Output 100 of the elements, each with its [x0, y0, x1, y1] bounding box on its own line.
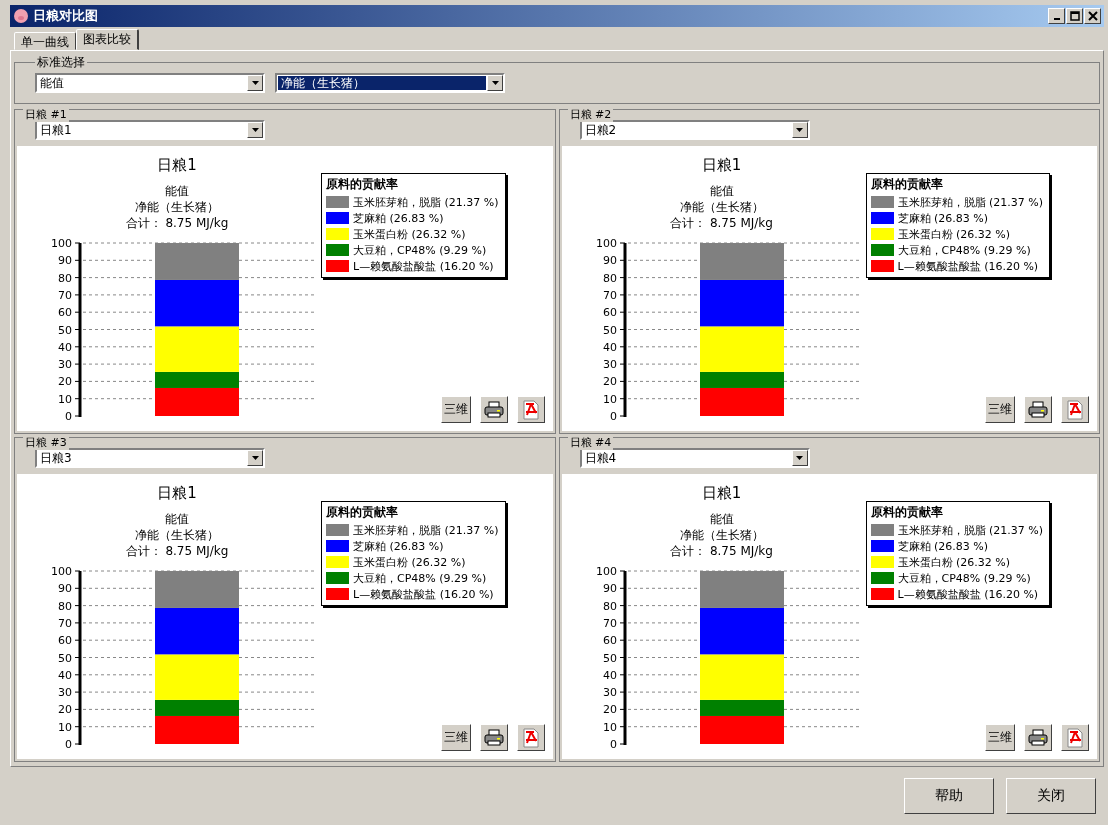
3d-button[interactable]: 三维	[985, 724, 1015, 751]
maximize-button[interactable]	[1066, 8, 1083, 24]
pdf-button[interactable]	[1061, 396, 1089, 423]
axis-tick-label: 40	[58, 340, 72, 354]
axis-tick-label: 100	[51, 565, 72, 578]
chart-subtitle: 净能（生长猪）	[679, 199, 764, 215]
printer-icon	[1028, 728, 1048, 747]
minimize-button[interactable]	[1048, 8, 1065, 24]
document-icon	[1066, 399, 1084, 420]
axis-tick-label: 40	[58, 668, 72, 682]
legend-title: 原料的贡献率	[870, 176, 944, 193]
group-label: 日粮 #3	[23, 435, 69, 450]
pdf-button[interactable]	[1061, 724, 1089, 751]
axis-tick-label: 40	[602, 340, 617, 354]
group-label: 日粮 #2	[567, 107, 614, 122]
axis-tick-label: 20	[602, 703, 617, 717]
dropdown[interactable]: 日粮3	[35, 448, 265, 468]
dropdown[interactable]: 日粮1	[35, 120, 265, 140]
axis-tick-label: 50	[602, 323, 617, 337]
3d-button[interactable]: 三维	[440, 724, 471, 751]
printer-icon	[1028, 400, 1048, 419]
axis-tick-label: 20	[58, 375, 72, 389]
axis-tick-label: 70	[602, 616, 617, 630]
printer-icon	[483, 728, 504, 747]
axis-tick-label: 10	[602, 720, 617, 734]
footer-button[interactable]: 关闭	[1006, 778, 1096, 814]
footer-button[interactable]: 帮助	[904, 778, 994, 814]
caret-icon	[491, 81, 499, 85]
legend-label: 玉米蛋白粉 (26.32 %)	[897, 554, 1011, 570]
close-icon	[1087, 11, 1098, 21]
print-button[interactable]	[479, 396, 508, 423]
close-button[interactable]	[1084, 8, 1101, 24]
chart-subtitle: 能值	[165, 511, 189, 527]
axis-tick-label: 60	[602, 306, 617, 320]
print-button[interactable]	[479, 724, 508, 751]
dropdown[interactable]: 净能（生长猪）	[275, 73, 505, 93]
chart-title: 日粮1	[157, 156, 197, 175]
axis-tick-label: 30	[602, 358, 617, 372]
axis-tick-label: 80	[602, 599, 617, 613]
axis-tick-label: 50	[58, 323, 72, 337]
print-button[interactable]	[1024, 396, 1052, 423]
chart-title: 日粮1	[701, 484, 742, 503]
document-icon	[521, 727, 540, 748]
legend-label: L—赖氨酸盐酸盐 (16.20 %)	[353, 258, 494, 274]
dropdown[interactable]: 能值	[35, 73, 265, 93]
legend-label: 玉米蛋白粉 (26.32 %)	[353, 226, 466, 242]
axis-tick-label: 90	[602, 254, 617, 268]
chart-subtitle: 合计： 8.75 MJ/kg	[125, 215, 229, 231]
legend-label: 玉米蛋白粉 (26.32 %)	[897, 226, 1011, 242]
axis-tick-label: 60	[58, 306, 72, 320]
axis-tick-label: 0	[65, 410, 72, 421]
chart-subtitle: 净能（生长猪）	[135, 527, 219, 543]
caret-icon	[796, 456, 803, 460]
axis-tick-label: 10	[58, 392, 72, 406]
chart-subtitle: 合计： 8.75 MJ/kg	[670, 215, 773, 231]
legend-label: L—赖氨酸盐酸盐 (16.20 %)	[353, 586, 494, 602]
legend-label: 芝麻粕 (26.83 %)	[353, 210, 444, 226]
document-icon	[521, 399, 540, 420]
axis-tick-label: 80	[58, 271, 72, 285]
legend-label: 大豆粕，CP48% (9.29 %)	[897, 570, 1031, 586]
chart-subtitle: 净能（生长猪）	[135, 199, 219, 215]
printer-icon	[483, 400, 504, 419]
legend-label: 芝麻粕 (26.83 %)	[353, 538, 444, 554]
legend-label: L—赖氨酸盐酸盐 (16.20 %)	[897, 586, 1039, 602]
legend-label: L—赖氨酸盐酸盐 (16.20 %)	[897, 258, 1039, 274]
pdf-button[interactable]	[516, 724, 545, 751]
dropdown[interactable]: 日粮2	[579, 120, 810, 140]
chart-subtitle: 能值	[165, 183, 189, 199]
legend-title: 原料的贡献率	[326, 176, 399, 193]
legend-title: 原料的贡献率	[326, 504, 399, 521]
pdf-button[interactable]	[516, 396, 545, 423]
legend-label: 芝麻粕 (26.83 %)	[897, 210, 989, 226]
caret-icon	[796, 128, 803, 132]
axis-tick-label: 60	[58, 634, 72, 648]
axis-tick-label: 70	[58, 288, 72, 302]
tab[interactable]: 单一曲线	[14, 32, 76, 50]
group-label: 标准选择	[36, 54, 86, 71]
chart-subtitle: 合计： 8.75 MJ/kg	[125, 543, 229, 559]
3d-button[interactable]: 三维	[440, 396, 471, 423]
legend-label: 玉米蛋白粉 (26.32 %)	[353, 554, 466, 570]
chart-title: 日粮1	[701, 156, 742, 175]
axis-tick-label: 0	[609, 410, 617, 421]
3d-button[interactable]: 三维	[985, 396, 1015, 423]
tab[interactable]: 图表比较	[76, 29, 139, 50]
axis-tick-label: 40	[602, 668, 617, 682]
axis-tick-label: 80	[58, 599, 72, 613]
legend-title: 原料的贡献率	[870, 504, 944, 521]
axis-tick-label: 60	[602, 634, 617, 648]
axis-tick-label: 100	[595, 565, 617, 578]
axis-tick-label: 20	[602, 375, 617, 389]
axis-tick-label: 20	[58, 703, 72, 717]
window-title: 日粮对比图	[33, 7, 99, 25]
dropdown[interactable]: 日粮4	[579, 448, 810, 468]
axis-tick-label: 10	[58, 720, 72, 734]
axis-tick-label: 50	[602, 651, 617, 665]
print-button[interactable]	[1024, 724, 1052, 751]
legend-label: 玉米胚芽粕，脱脂 (21.37 %)	[353, 194, 499, 210]
legend-label: 大豆粕，CP48% (9.29 %)	[897, 242, 1031, 258]
chart-subtitle: 能值	[709, 511, 734, 527]
axis-tick-label: 90	[602, 582, 617, 596]
